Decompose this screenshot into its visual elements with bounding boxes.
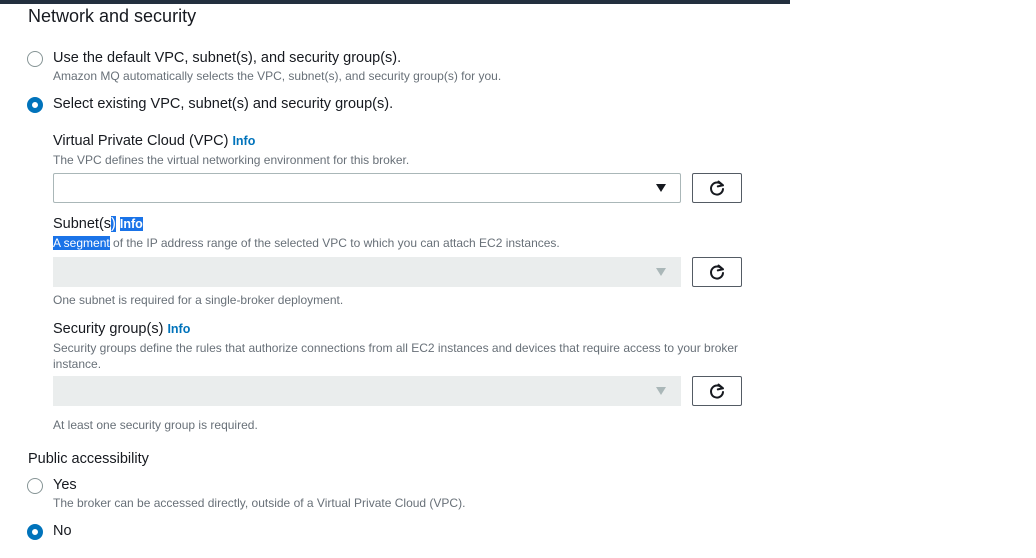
vpc-select[interactable] — [53, 173, 681, 203]
security-group-description: Security groups define the rules that au… — [53, 341, 739, 371]
security-group-field-label: Security group(s) Info — [53, 321, 190, 337]
header-divider — [0, 0, 790, 4]
subnet-description-rest: of the IP address range of the selected … — [109, 236, 560, 250]
security-group-label-text: Security group(s) — [53, 321, 164, 337]
radio-default-vpc[interactable] — [27, 51, 43, 67]
radio-existing-vpc[interactable] — [27, 97, 43, 113]
section-title: Network and security — [28, 6, 197, 26]
refresh-icon — [710, 383, 724, 399]
subnet-field-label: Subnet(s) Info — [53, 216, 143, 232]
subnet-label-tail: ) — [111, 216, 116, 232]
caret-down-icon — [656, 184, 666, 192]
public-no-label[interactable]: No — [53, 523, 72, 539]
subnet-description-highlight: A segment — [53, 236, 110, 250]
subnet-label-text: Subnet(s — [53, 216, 112, 232]
public-yes-label[interactable]: Yes — [53, 477, 77, 493]
vpc-description: The VPC defines the virtual networking e… — [53, 153, 410, 167]
security-group-info-link[interactable]: Info — [167, 322, 190, 336]
default-vpc-description: Amazon MQ automatically selects the VPC,… — [53, 69, 502, 83]
subnet-description: A segment of the IP address range of the… — [53, 236, 560, 250]
public-accessibility-title: Public accessibility — [28, 451, 149, 467]
security-group-select — [53, 376, 681, 406]
subnet-select — [53, 257, 681, 287]
vpc-field-label: Virtual Private Cloud (VPC) Info — [53, 133, 255, 149]
refresh-icon — [710, 180, 724, 196]
security-group-refresh-button[interactable] — [692, 376, 742, 406]
vpc-info-link[interactable]: Info — [232, 134, 255, 148]
vpc-label-text: Virtual Private Cloud (VPC) — [53, 133, 229, 149]
subnet-refresh-button[interactable] — [692, 257, 742, 287]
public-yes-description: The broker can be accessed directly, out… — [53, 496, 466, 510]
subnet-hint: One subnet is required for a single-brok… — [53, 293, 344, 307]
vpc-refresh-button[interactable] — [692, 173, 742, 203]
radio-public-yes[interactable] — [27, 478, 43, 494]
subnet-info-link[interactable]: Info — [119, 217, 143, 231]
existing-vpc-label[interactable]: Select existing VPC, subnet(s) and secur… — [53, 96, 393, 112]
caret-down-icon — [656, 268, 666, 276]
caret-down-icon — [656, 387, 666, 395]
radio-public-no[interactable] — [27, 524, 43, 540]
security-group-hint: At least one security group is required. — [53, 418, 258, 432]
refresh-icon — [710, 264, 724, 280]
default-vpc-label[interactable]: Use the default VPC, subnet(s), and secu… — [53, 50, 401, 66]
